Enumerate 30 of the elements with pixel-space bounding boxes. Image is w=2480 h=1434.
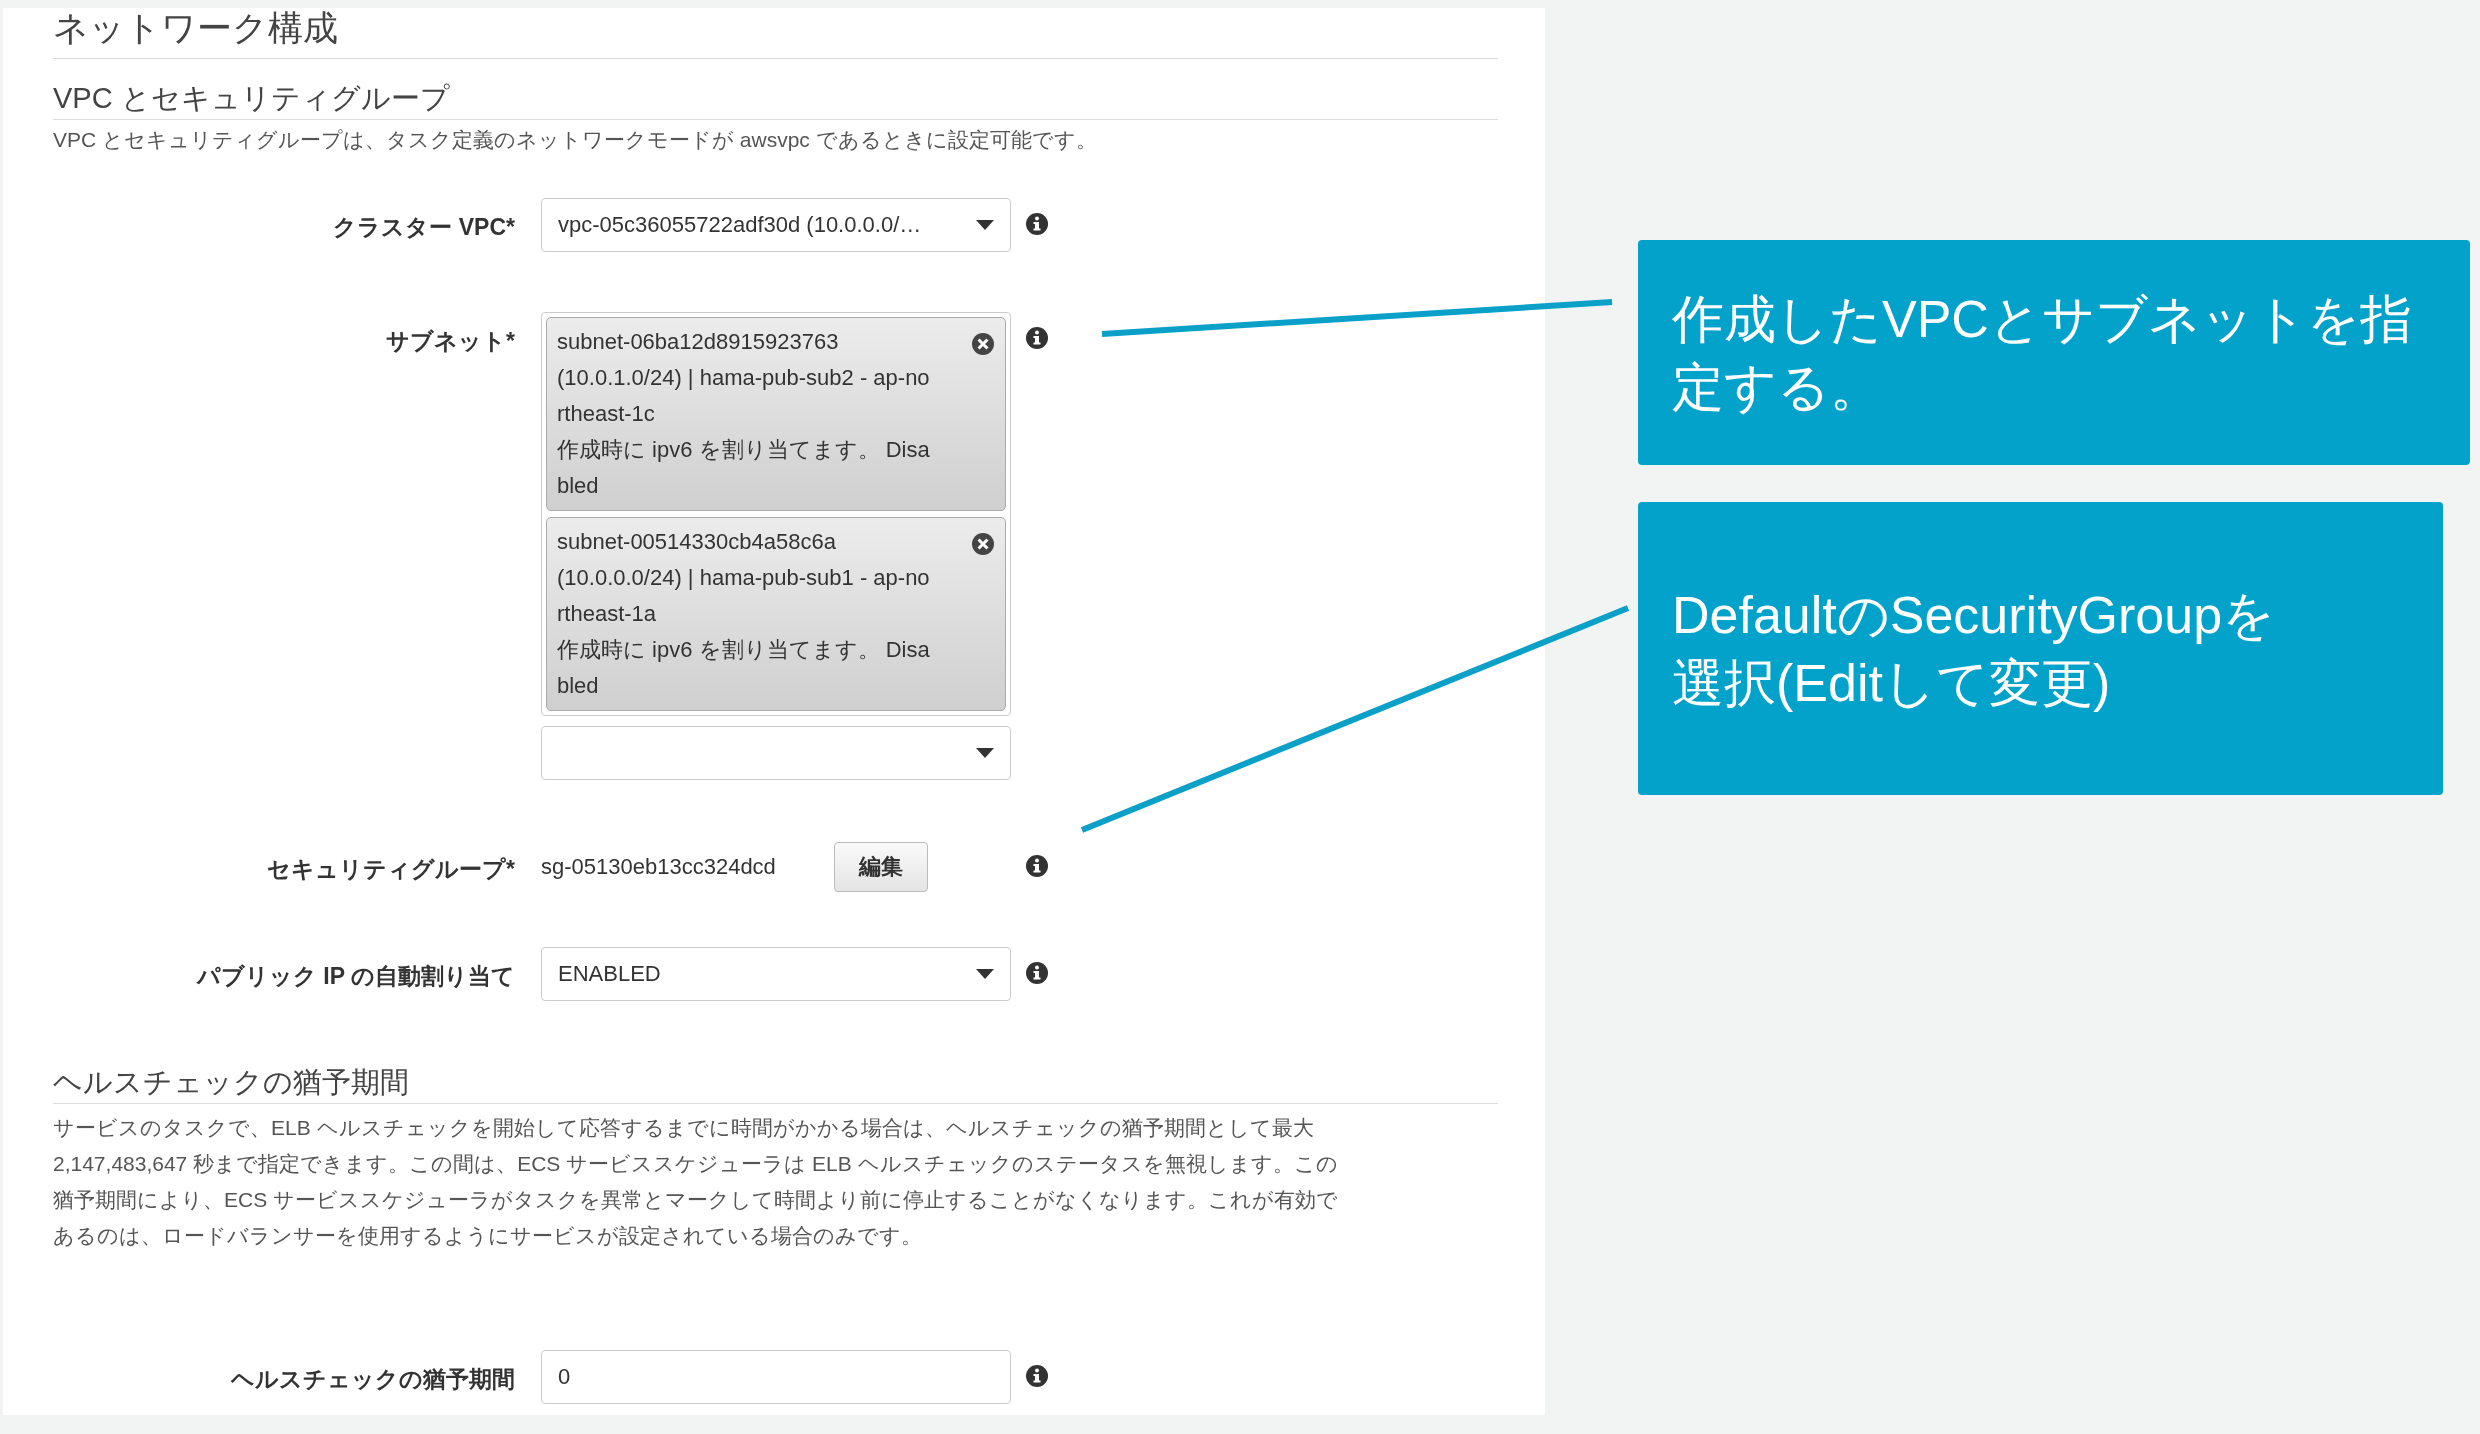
section-description: VPC とセキュリティグループは、タスク定義のネットワークモードが awsvpc であるときに設定可能です。 bbox=[53, 127, 1098, 153]
field-label: サブネット* bbox=[386, 327, 515, 356]
section-heading: VPC とセキュリティグループ bbox=[53, 81, 1498, 120]
callout-text: DefaultのSecurityGroupを 選択(Editして変更) bbox=[1672, 584, 2276, 714]
caret-icon bbox=[976, 969, 994, 979]
info-icon[interactable] bbox=[1025, 1364, 1049, 1388]
edit-button[interactable]: 編集 bbox=[834, 842, 928, 892]
remove-icon[interactable] bbox=[971, 532, 995, 556]
section-heading: ヘルスチェックの猶予期間 bbox=[53, 1065, 1498, 1104]
field-label: セキュリティグループ* bbox=[267, 855, 515, 884]
field-value: sg-05130eb13cc324dcd bbox=[541, 854, 777, 880]
info-icon[interactable] bbox=[1025, 326, 1049, 350]
section-title: ネットワーク構成 bbox=[53, 8, 1498, 59]
select-field[interactable] bbox=[541, 726, 1011, 780]
select-field[interactable]: ENABLED bbox=[541, 947, 1011, 1001]
caret-icon bbox=[976, 748, 994, 758]
callout-text: 作成したVPCとサブネットを指 定する。 bbox=[1672, 288, 2412, 418]
remove-icon[interactable] bbox=[971, 332, 995, 356]
select-field[interactable]: vpc-05c36055722adf30d (10.0.0.0/… bbox=[541, 198, 1011, 252]
section-description: サービスのタスクで、ELB ヘルスチェックを開始して応答するまでに時間がかかる場合は、ヘルスチェックの猶予期間として最大 2,147,483,647 秒まで指定できます。この間は、ECS サービススケジューラは ELB ヘルスチェックのステータスを無視します。この 猶予期間により、ECS サービススケジューラがタスクを異常とマークして時間より前に停止することがなくなります。これが有効で あるのは、ロードバランサーを使用するようにサービスが設定されている場合のみです。 bbox=[53, 1115, 1339, 1249]
token-text: subnet-06ba12d8915923763 (10.0.1.0/24) | hama-pub-sub2 - ap-no rtheast-1c 作成時に ipv6 を割り当てます。 Disa bled bbox=[557, 328, 931, 500]
info-icon[interactable] bbox=[1025, 961, 1049, 985]
info-icon[interactable] bbox=[1025, 854, 1049, 878]
info-icon[interactable] bbox=[1025, 212, 1049, 236]
input-field[interactable]: 0 bbox=[541, 1350, 1011, 1404]
field-label: パブリック IP の自動割り当て bbox=[196, 962, 515, 991]
caret-icon bbox=[976, 220, 994, 230]
field-label: ヘルスチェックの猶予期間 bbox=[231, 1365, 515, 1394]
field-label: クラスター VPC* bbox=[333, 213, 515, 242]
token-text: subnet-00514330cb4a58c6a (10.0.0.0/24) | hama-pub-sub1 - ap-no rtheast-1a 作成時に ipv6 を割り当てます。 Disa bled bbox=[557, 528, 931, 700]
